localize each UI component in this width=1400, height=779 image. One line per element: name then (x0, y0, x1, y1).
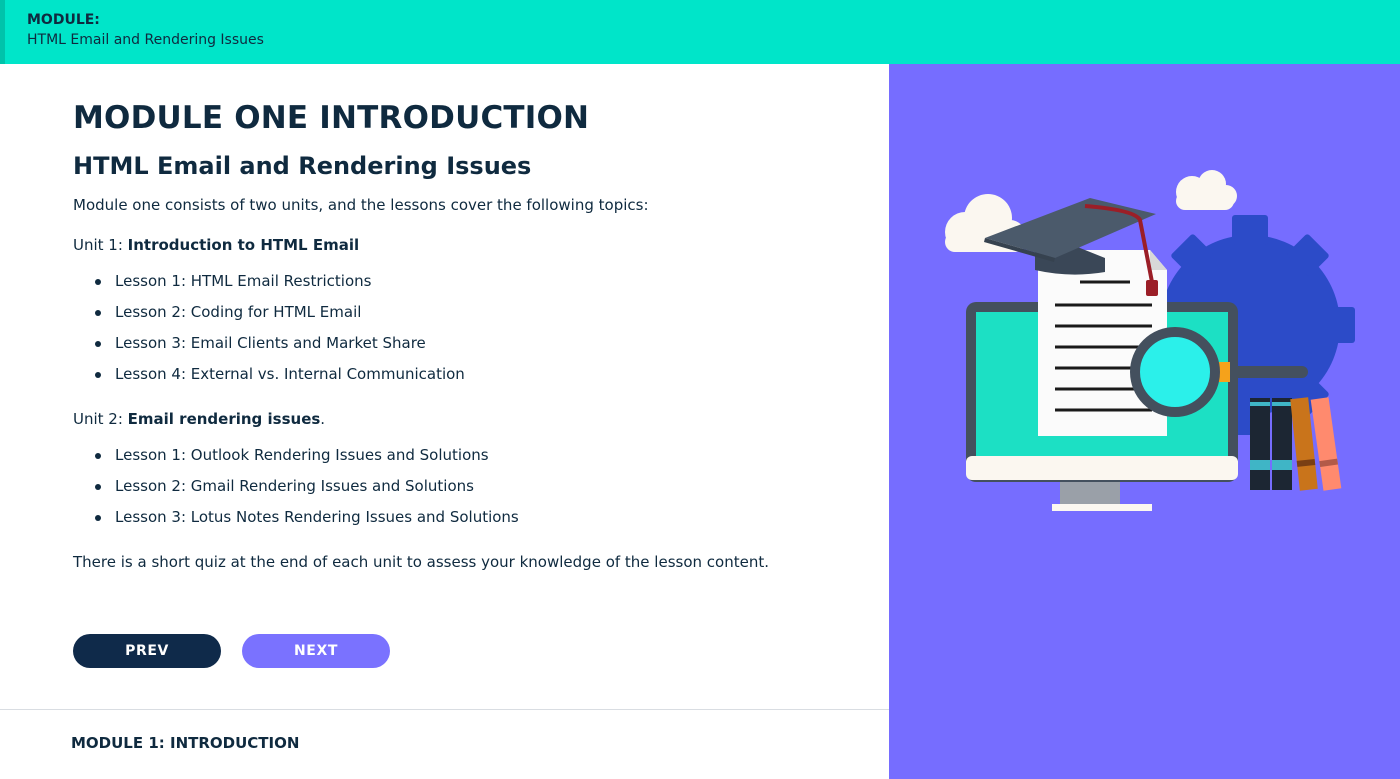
module-label: MODULE: (27, 12, 100, 28)
module-title: HTML Email and Rendering Issues (27, 32, 264, 48)
books-icon (1250, 397, 1342, 491)
lesson-label: Lesson 1: Outlook Rendering Issues and S… (115, 446, 489, 464)
bullet (95, 372, 101, 378)
list-item: Lesson 3: Lotus Notes Rendering Issues a… (95, 507, 519, 538)
intro-text: Module one consists of two units, and th… (73, 196, 649, 214)
lesson-label: Lesson 4: External vs. Internal Communic… (115, 365, 465, 383)
cloud-icon (1176, 170, 1237, 210)
lesson-label: Lesson 3: Email Clients and Market Share (115, 334, 426, 352)
list-item: Lesson 1: Outlook Rendering Issues and S… (95, 445, 519, 476)
lesson-label: Lesson 3: Lotus Notes Rendering Issues a… (115, 508, 519, 526)
footer-module-label: MODULE 1: INTRODUCTION (71, 734, 300, 752)
bullet (95, 453, 101, 459)
next-button[interactable]: NEXT (242, 634, 390, 668)
unit-2-name: Email rendering issues (127, 410, 321, 428)
list-item: Lesson 1: HTML Email Restrictions (95, 271, 465, 302)
unit-2-heading: Unit 2: Email rendering issues. (73, 410, 325, 428)
unit-2-lesson-list: Lesson 1: Outlook Rendering Issues and S… (95, 445, 519, 538)
bullet (95, 279, 101, 285)
education-illustration (945, 170, 1355, 511)
bullet (95, 310, 101, 316)
quiz-note: There is a short quiz at the end of each… (73, 553, 769, 571)
list-item: Lesson 2: Coding for HTML Email (95, 302, 465, 333)
list-item: Lesson 4: External vs. Internal Communic… (95, 364, 465, 395)
unit-1-prefix: Unit 1: (73, 236, 128, 254)
page-title: MODULE ONE INTRODUCTION (73, 100, 590, 136)
bullet (95, 515, 101, 521)
unit-1-heading: Unit 1: Introduction to HTML Email (73, 236, 359, 254)
unit-1-name: Introduction to HTML Email (127, 236, 360, 254)
module-header-bar: MODULE: HTML Email and Rendering Issues (0, 0, 1400, 64)
prev-button[interactable]: PREV (73, 634, 221, 668)
footer-divider (0, 709, 889, 710)
unit-1-lesson-list: Lesson 1: HTML Email Restrictions Lesson… (95, 271, 465, 395)
lesson-label: Lesson 2: Coding for HTML Email (115, 303, 362, 321)
bullet (95, 341, 101, 347)
bullet (95, 484, 101, 490)
header-accent-edge (0, 0, 5, 64)
unit-2-prefix: Unit 2: (73, 410, 128, 428)
lesson-label: Lesson 2: Gmail Rendering Issues and Sol… (115, 477, 474, 495)
lesson-label: Lesson 1: HTML Email Restrictions (115, 272, 372, 290)
list-item: Lesson 3: Email Clients and Market Share (95, 333, 465, 364)
unit-2-suffix: . (320, 410, 326, 428)
page-subtitle: HTML Email and Rendering Issues (73, 152, 532, 180)
list-item: Lesson 2: Gmail Rendering Issues and Sol… (95, 476, 519, 507)
